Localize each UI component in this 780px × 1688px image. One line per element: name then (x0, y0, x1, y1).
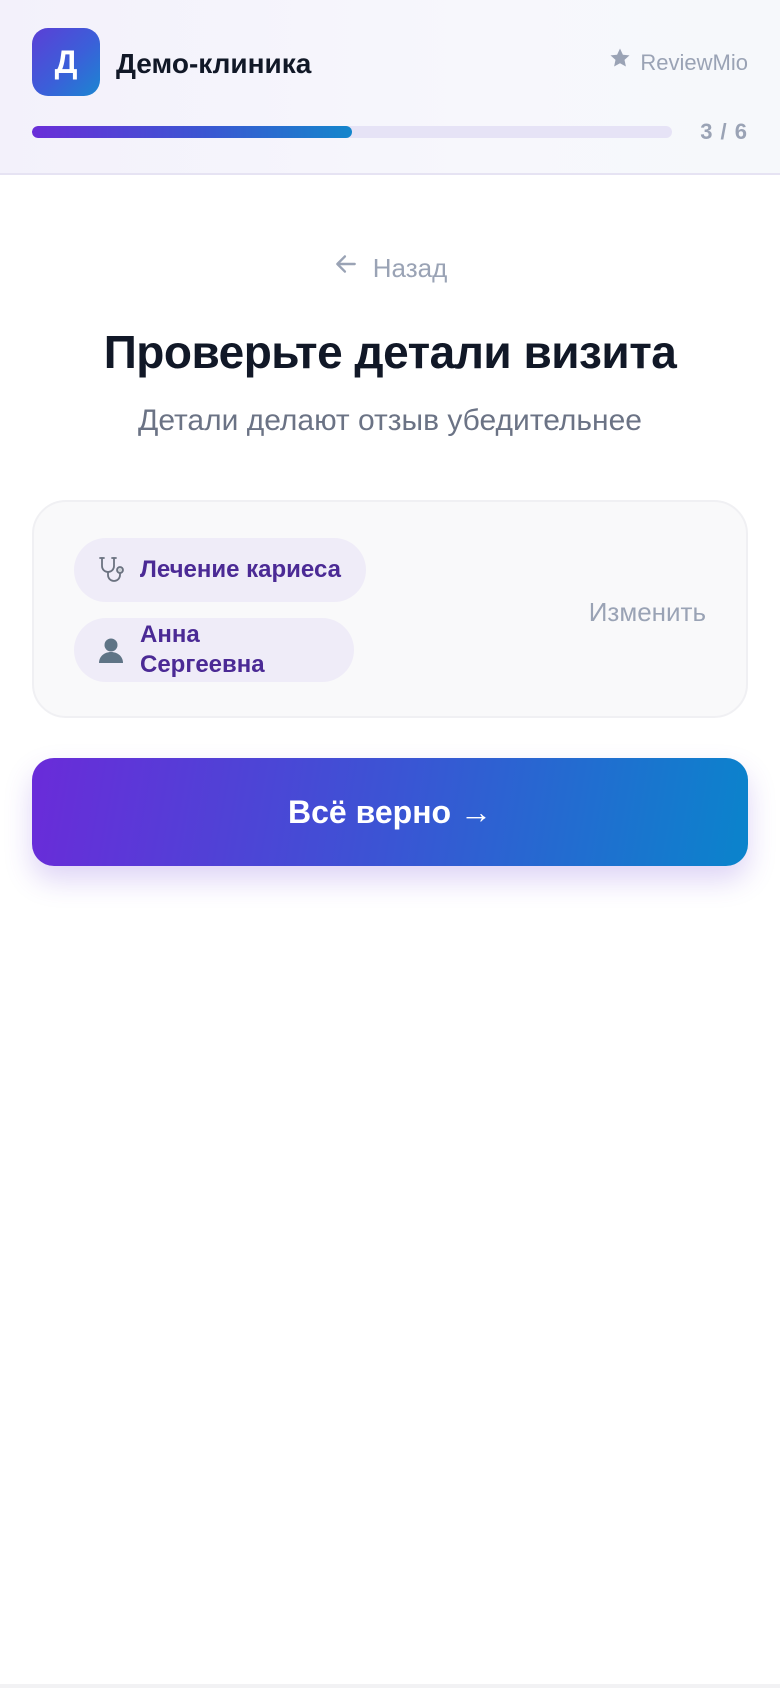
page-subtitle: Детали делают отзыв убедительнее (138, 404, 642, 437)
back-button[interactable]: Назад (0, 250, 780, 286)
bottom-divider (0, 1684, 780, 1688)
star-icon (608, 46, 632, 79)
brand-badge: ReviewMio (608, 46, 748, 79)
clinic-logo: Д (32, 28, 100, 96)
progress-fill (32, 126, 352, 138)
page-title: Проверьте детали визита (103, 326, 677, 378)
progress-counter: 3 / 6 (700, 119, 748, 144)
back-label: Назад (372, 253, 448, 283)
confirm-button[interactable]: Всё верно → (32, 758, 748, 866)
doctor-label: Анна Сергеевна (140, 621, 265, 678)
service-chip: Лечение кариеса (74, 538, 366, 602)
person-icon (96, 635, 126, 665)
progress-bar (32, 126, 672, 138)
stethoscope-icon (96, 555, 126, 585)
visit-details-card: Лечение кариеса Анна Сергеевна Изменить (32, 500, 748, 718)
doctor-chip: Анна Сергеевна (74, 618, 354, 682)
service-label: Лечение кариеса (140, 556, 341, 583)
clinic-name: Демо-клиника (116, 48, 312, 79)
arrow-left-icon (333, 250, 359, 286)
header: Д Демо-клиника ReviewMio 3 / 6 (0, 0, 780, 175)
change-details-link[interactable]: Изменить (589, 594, 706, 630)
brand-name: ReviewMio (640, 49, 748, 75)
